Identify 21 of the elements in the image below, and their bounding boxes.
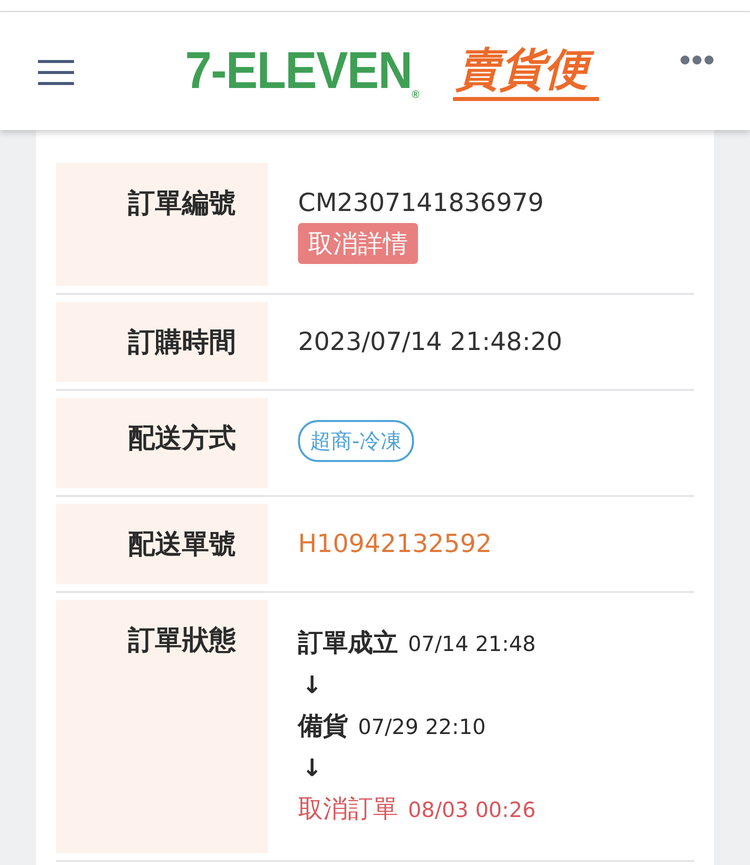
more-icon[interactable] [680, 55, 714, 65]
field-label: 訂單狀態 [56, 600, 268, 853]
status-time: 07/29 22:10 [358, 714, 486, 741]
field-label: 訂購時間 [56, 302, 268, 382]
delivery-tag: 超商-冷凍 [298, 420, 414, 462]
status-time: 08/03 00:26 [408, 797, 536, 824]
field-label: 配送單號 [56, 504, 268, 584]
status-time: 07/14 21:48 [408, 631, 536, 658]
field-label: 訂單編號 [56, 163, 268, 286]
down-arrow: ↓ [301, 670, 322, 701]
order-time: 2023/07/14 21:48:20 [298, 326, 562, 358]
status-label: 取消訂單 [298, 793, 398, 825]
status-label: 訂單成立 [298, 627, 398, 659]
status-label: 備貨 [298, 710, 348, 742]
down-arrow: ↓ [301, 753, 322, 784]
cancel-details-button[interactable]: 取消詳情 [298, 223, 418, 264]
field-label: 配送方式 [56, 398, 268, 488]
order-number: CM2307141836979 [298, 187, 544, 219]
service-logo-text: 賣貨便 [452, 42, 599, 100]
tracking-number[interactable]: H10942132592 [298, 526, 492, 562]
menu-icon[interactable] [38, 60, 74, 86]
